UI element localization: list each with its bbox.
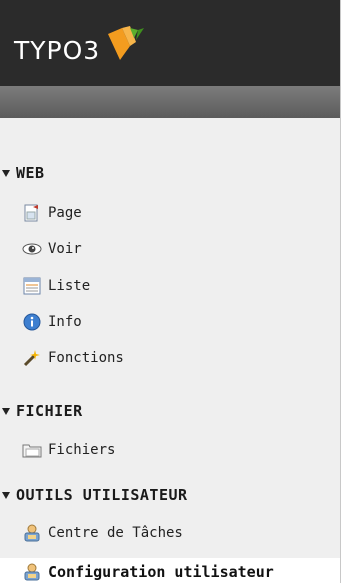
menu-item-page[interactable]: Page [22, 199, 338, 227]
menu-item-label: Liste [48, 278, 91, 294]
wand-icon [22, 348, 42, 368]
menu-group-web[interactable]: WEB [2, 162, 45, 184]
triangle-down-icon [2, 407, 10, 415]
menu-item-fonctions[interactable]: Fonctions [22, 344, 338, 372]
triangle-down-icon [2, 491, 10, 499]
menu-item-label: Info [48, 314, 82, 330]
menu-item-fichiers[interactable]: Fichiers [22, 436, 338, 464]
menu-item-label: Centre de Tâches [48, 525, 183, 541]
list-icon [22, 276, 42, 296]
menu-item-label: Fonctions [48, 350, 124, 366]
folder-icon [22, 440, 42, 460]
menu-group-outils-utilisateur[interactable]: OUTILS UTILISATEUR [2, 484, 188, 506]
menu-item-voir[interactable]: Voir [22, 235, 338, 263]
menu-item-label: Page [48, 205, 82, 221]
backend-frame: TYPO3 WEB Page Voir Liste Info Fonctions… [0, 0, 341, 586]
menu-item-label: Fichiers [48, 442, 116, 458]
menu-item-label: Voir [48, 241, 82, 257]
typo3-logo-text: TYPO3 [14, 36, 101, 65]
module-menu: WEB Page Voir Liste Info Fonctions FICHI… [0, 118, 340, 586]
user-config-icon [22, 562, 42, 582]
info-icon [22, 312, 42, 332]
menu-group-label: FICHIER [16, 402, 83, 420]
menu-item-liste[interactable]: Liste [22, 272, 338, 300]
page-icon [22, 203, 42, 223]
menu-item-centre-de-taches[interactable]: Centre de Tâches [22, 519, 338, 547]
menu-group-label: OUTILS UTILISATEUR [16, 486, 188, 504]
user-task-icon [22, 523, 42, 543]
menu-item-label: Configuration utilisateur [48, 563, 274, 581]
menu-item-info[interactable]: Info [22, 308, 338, 336]
triangle-down-icon [2, 169, 10, 177]
eye-icon [22, 239, 42, 259]
menu-group-fichier[interactable]: FICHIER [2, 400, 83, 422]
toolbar-strip [0, 86, 340, 119]
top-logo-bar: TYPO3 [0, 0, 340, 86]
typo3-logo-icon [108, 26, 144, 60]
menu-item-configuration-utilisateur[interactable]: Configuration utilisateur [0, 558, 340, 586]
menu-group-label: WEB [16, 164, 45, 182]
